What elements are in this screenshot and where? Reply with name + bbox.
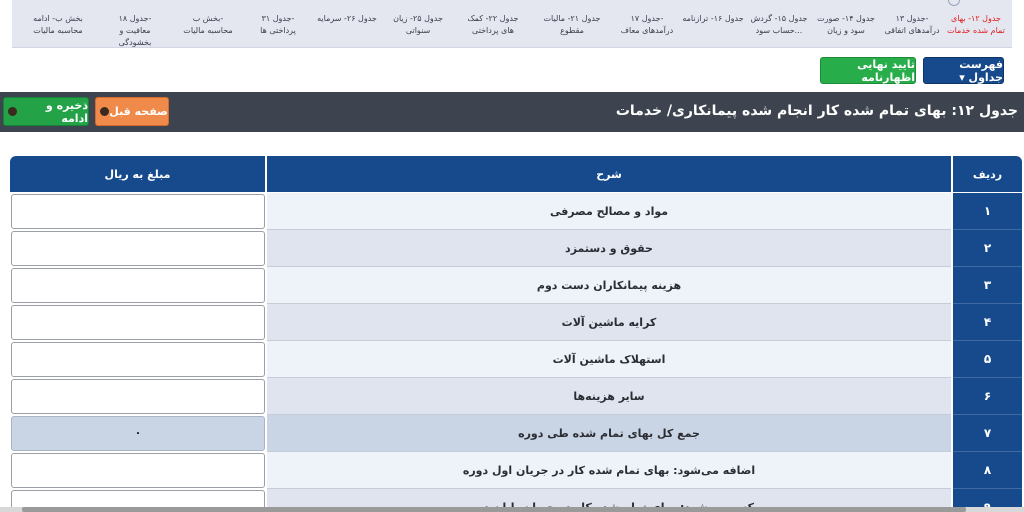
table-row: مواد و مصالح مصرفی ۱ xyxy=(10,193,1022,230)
tab-table-13[interactable]: جدول ۱۳- درآمدهای اتفاقی xyxy=(878,0,946,48)
amount-input[interactable] xyxy=(11,194,265,229)
amount-input[interactable] xyxy=(11,379,265,414)
total-amount-readonly: ۰ xyxy=(11,416,265,451)
table-row: استهلاک ماشین آلات ۵ xyxy=(10,341,1022,378)
header-amount: مبلغ به ریال xyxy=(10,156,265,192)
tab-table-26[interactable]: جدول ۲۶- سرمایه xyxy=(312,0,382,48)
tab-section-b-continue[interactable]: بخش ب- ادامه محاسبه مالیات xyxy=(18,0,98,48)
table-row: کرایه ماشین آلات ۴ xyxy=(10,304,1022,341)
table-row: حقوق و دستمزد ۲ xyxy=(10,230,1022,267)
page-title: جدول ۱۲: بهای تمام شده کار انجام شده پیم… xyxy=(615,103,1018,119)
row-description: سایر هزینه‌ها xyxy=(267,378,951,415)
tab-section-b-tax[interactable]: بخش ب- محاسبه مالیات xyxy=(172,0,244,48)
save-button-label: ذخیره و ادامه xyxy=(45,98,88,125)
row-description: استهلاک ماشین آلات xyxy=(267,341,951,378)
tables-menu-button[interactable]: فهرست جداول ▾ xyxy=(923,57,1004,84)
row-description: اضافه می‌شود: بهای تمام شده کار در جریان… xyxy=(267,452,951,489)
row-number: ۱ xyxy=(953,193,1022,230)
row-description: هزینه پیمانکاران دست دوم xyxy=(267,267,951,304)
tab-table-21[interactable]: جدول ۲۱- مالیات مقطوع xyxy=(532,0,612,48)
amount-input[interactable] xyxy=(11,453,265,488)
row-description: حقوق و دستمزد xyxy=(267,230,951,267)
header-description: شرح xyxy=(267,156,951,192)
table-row: هزینه پیمانکاران دست دوم ۳ xyxy=(10,267,1022,304)
row-number: ۳ xyxy=(953,267,1022,304)
row-number: ۶ xyxy=(953,378,1022,415)
row-number: ۲ xyxy=(953,230,1022,267)
tab-table-16[interactable]: جدول ۱۶- ترازنامه xyxy=(682,0,744,48)
tab-table-22[interactable]: جدول ۲۲- کمک های پرداختی xyxy=(454,0,532,48)
tab-table-15[interactable]: جدول ۱۵- گردش حساب سود... xyxy=(744,0,814,48)
tab-table-17[interactable]: جدول ۱۷- درآمدهای معاف xyxy=(612,0,682,48)
arrow-circle-icon xyxy=(8,107,17,116)
final-confirm-button[interactable]: تایید نهایی اظهارنامه xyxy=(820,57,916,84)
tab-table-12[interactable]: جدول ۱۲- بهای تمام شده خدمات xyxy=(946,0,1006,48)
amount-input[interactable] xyxy=(11,305,265,340)
prev-button-label: صفحه قبل xyxy=(109,105,168,118)
scrollbar-thumb[interactable] xyxy=(22,507,966,512)
row-description: کرایه ماشین آلات xyxy=(267,304,951,341)
row-description: جمع کل بهای تمام شده طی دوره xyxy=(267,415,951,452)
row-number: ۸ xyxy=(953,452,1022,489)
table-row: سایر هزینه‌ها ۶ xyxy=(10,378,1022,415)
row-number: ۷ xyxy=(953,415,1022,452)
save-continue-button[interactable]: ذخیره و ادامه xyxy=(3,97,89,126)
tab-table-18[interactable]: جدول ۱۸- معافیت و بخشودگی xyxy=(98,0,172,48)
tab-table-25[interactable]: جدول ۲۵- زیان سنواتی xyxy=(382,0,454,48)
amount-input[interactable] xyxy=(11,231,265,266)
previous-page-button[interactable]: صفحه قبل xyxy=(95,97,169,126)
tab-table-31[interactable]: جدول ۳۱- پرداختی ها xyxy=(244,0,312,48)
table-tabs-strip: جدول ۱۲- بهای تمام شده خدمات جدول ۱۳- در… xyxy=(12,0,1012,48)
table-row-total: ۰ جمع کل بهای تمام شده طی دوره ۷ xyxy=(10,415,1022,452)
arrow-circle-icon xyxy=(100,107,110,116)
amount-input[interactable] xyxy=(11,268,265,303)
tab-table-14[interactable]: جدول ۱۴- صورت سود و زیان xyxy=(814,0,878,48)
amount-input[interactable] xyxy=(11,342,265,377)
row-description: مواد و مصالح مصرفی xyxy=(267,193,951,230)
header-row-number: ردیف xyxy=(953,156,1022,192)
row-number: ۴ xyxy=(953,304,1022,341)
table-row: اضافه می‌شود: بهای تمام شده کار در جریان… xyxy=(10,452,1022,489)
row-number: ۵ xyxy=(953,341,1022,378)
